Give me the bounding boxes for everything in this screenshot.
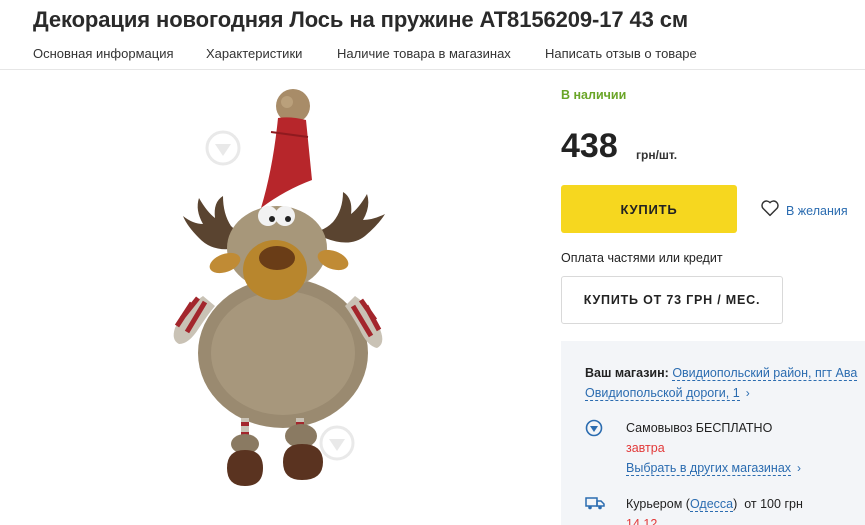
product-image[interactable] (165, 88, 395, 498)
store-label: Ваш магазин: (585, 366, 669, 380)
tab-store-availability[interactable]: Наличие товара в магазинах (337, 46, 511, 61)
wishlist-label: В желания (786, 203, 848, 218)
courier-label: Курьером ( (626, 497, 690, 511)
product-title: Декорация новогодняя Лось на пружине AT8… (33, 7, 689, 32)
installment-text: Оплата частями или кредит (561, 251, 723, 265)
chevron-right-icon: › (745, 386, 750, 400)
price-value: 438 (561, 127, 618, 165)
store-line: Ваш магазин: Овидиопольский район, пгт А… (585, 366, 858, 381)
other-stores-link[interactable]: Выбрать в других магазинах (626, 461, 792, 476)
location-pin-icon (585, 419, 603, 437)
pickup-date: завтра (626, 441, 665, 455)
store-link[interactable]: Овидиопольский район, пгт Ава (672, 366, 858, 381)
tab-main-info[interactable]: Основная информация (33, 46, 174, 61)
courier-price: от 100 грн (744, 497, 803, 511)
courier-line: Курьером (Одесса) от 100 грн (626, 497, 803, 512)
tab-specifications[interactable]: Характеристики (206, 46, 302, 61)
courier-date: 14.12 (626, 517, 658, 525)
store-link-cont[interactable]: Овидиопольской дороги, 1 (585, 386, 740, 401)
courier-city-link[interactable]: Одесса (689, 497, 734, 512)
delivery-panel: Ваш магазин: Овидиопольский район, пгт А… (561, 341, 865, 525)
wishlist-button[interactable]: В желания (760, 199, 848, 222)
store-line-2: Овидиопольской дороги, 1 › (585, 386, 750, 401)
chevron-right-icon: › (797, 461, 802, 475)
buy-button[interactable]: КУПИТЬ (561, 185, 737, 233)
courier-close: ) (733, 497, 738, 511)
tab-write-review[interactable]: Написать отзыв о товаре (545, 46, 697, 61)
delivery-truck-icon (585, 496, 605, 510)
price-unit: грн/шт. (636, 148, 678, 162)
stock-status: В наличии (561, 88, 627, 102)
heart-outline-icon (760, 199, 780, 222)
pickup-other-stores: Выбрать в других магазинах › (626, 461, 802, 476)
pickup-title: Самовывоз БЕСПЛАТНО (626, 421, 773, 435)
credit-button[interactable]: КУПИТЬ ОТ 73 ГРН / МЕС. (561, 276, 783, 324)
product-tabs: Основная информация Характеристики Налич… (0, 38, 865, 70)
